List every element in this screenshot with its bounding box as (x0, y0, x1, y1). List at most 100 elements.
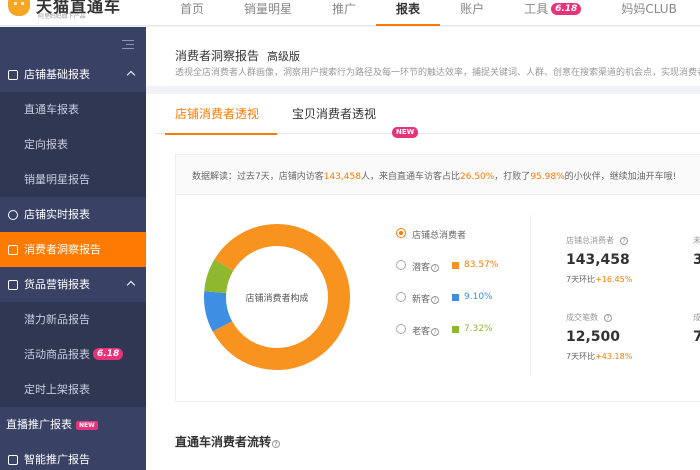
radio-icon (396, 260, 406, 270)
report-description: 透视全店消费者人群画像，洞察用户搜索行为路径及每一环节的触达效率，捕捉关键词、人… (175, 68, 700, 78)
sidebar-item-consumer-insight[interactable]: 消费者洞察报告 (0, 232, 146, 267)
metric-cut-2: 成 7 (693, 312, 700, 345)
sidebar-item-targeting-report[interactable]: 定向报表 (0, 127, 146, 162)
sidebar-item-sales-star-report[interactable]: 销量明星报告 (0, 162, 146, 197)
top-navbar: 天猫直通车 阿里妈妈旗下产品 首页 销量明星 推广 报表 账户 工具 6.18 妈… (0, 0, 700, 26)
metric-change: 7天环比+43.18% (566, 352, 633, 361)
legend-value: 83.57% (464, 260, 499, 270)
divider (146, 86, 700, 94)
sidebar-group-label: 货品营销报表 (24, 278, 90, 291)
metric-total-consumers: 店铺总消费者? 143,458 7天环比+16.45% (566, 235, 686, 285)
chevron-up-icon (126, 70, 136, 80)
nav-account[interactable]: 账户 (440, 0, 504, 26)
metric-label: 成交笔数? (566, 312, 686, 323)
metric-change: 7天环比+16.45% (566, 275, 633, 284)
help-icon: ? (431, 328, 440, 336)
help-icon: ? (431, 296, 440, 304)
legend-label: 老客? (412, 324, 440, 337)
help-icon: ? (272, 440, 281, 448)
sidebar-group-label: 直播推广报表 NEW (6, 407, 98, 442)
sidebar: 店铺基础报表 直通车报表 定向报表 销量明星报告 店铺实时报表 消费者洞察报告 … (0, 27, 146, 470)
sidebar-item-label: 活动商品报表 (24, 348, 90, 361)
sidebar-group-store-basic[interactable]: 店铺基础报表 (0, 57, 146, 92)
legend-value: 7.32% (464, 324, 493, 334)
metric-label: 未 (693, 236, 700, 245)
report-header: 消费者洞察报告 高级版 透视全店消费者人群画像，洞察用户搜索行为路径及每一环节的… (146, 27, 700, 86)
radio-icon (396, 292, 406, 302)
beat-value: 95.98% (530, 172, 565, 182)
legend-returning[interactable]: 老客? 7.32% (396, 323, 546, 337)
legend-label: 新客? (412, 292, 440, 305)
nav-618-badge: 6.18 (551, 3, 582, 15)
sidebar-618-badge: 6.18 (93, 348, 124, 360)
goods-icon (8, 280, 18, 290)
new-badge: NEW (76, 421, 98, 430)
nav-mama-club[interactable]: 妈妈CLUB (601, 0, 696, 26)
report-icon (8, 70, 18, 80)
sidebar-item-activity-goods[interactable]: 活动商品报表 6.18 (0, 337, 146, 372)
metric-orders: 成交笔数? 12,500 7天环比+43.18% (566, 312, 686, 362)
smart-icon (8, 455, 18, 465)
sidebar-group-smart-promo[interactable]: 智能推广报告 (0, 442, 146, 470)
page-title: 消费者洞察报告 (175, 49, 260, 63)
help-icon: ? (604, 314, 612, 322)
legend-label: 店铺总消费者 (412, 231, 467, 241)
help-icon: ? (620, 237, 628, 245)
metric-label: 店铺总消费者? (566, 235, 686, 246)
legend-value: 9.10% (464, 292, 493, 302)
nav-reports[interactable]: 报表 (376, 0, 441, 26)
metric-value: 3 (693, 252, 700, 268)
swatch (452, 294, 459, 301)
sidebar-item-ztc-report[interactable]: 直通车报表 (0, 92, 146, 127)
clock-icon (8, 210, 18, 220)
chevron-up-icon (126, 280, 136, 290)
brand-logo[interactable]: 天猫直通车 阿里妈妈旗下产品 (4, 0, 144, 24)
radio-checked-icon (396, 228, 406, 238)
swatch (452, 326, 459, 333)
nav-tools-label: 工具 (524, 2, 549, 16)
metric-value: 7 (693, 329, 700, 345)
sidebar-group-live-promo[interactable]: 直播推广报表 NEW (0, 407, 146, 442)
metric-cut-1: 未 3 (693, 235, 700, 268)
donut-slice-returning[interactable] (204, 259, 234, 294)
sidebar-group-label: 店铺实时报表 (24, 208, 90, 221)
brand-subtitle: 阿里妈妈旗下产品 (38, 12, 86, 20)
tab-item-consumers[interactable]: 宝贝消费者透视 (292, 94, 376, 134)
ztc-share-value: 26.50% (459, 172, 495, 182)
sidebar-collapse-icon[interactable] (122, 40, 134, 50)
swatch (452, 262, 459, 269)
sidebar-group-realtime[interactable]: 店铺实时报表 (0, 197, 146, 232)
report-level: 高级版 (267, 50, 300, 63)
nav-home[interactable]: 首页 (160, 0, 224, 26)
metric-value: 143,458 (566, 252, 630, 268)
metric-label: 成 (693, 313, 700, 322)
sidebar-group-label: 消费者洞察报告 (24, 243, 101, 256)
legend-potential[interactable]: 潜客? 83.57% (396, 259, 546, 273)
nav-sales-star[interactable]: 销量明星 (224, 0, 312, 26)
nav-promotion[interactable]: 推广 (312, 0, 376, 26)
insight-note: 数据解读：过去7天，店铺内访客143,458人，来自直通车访客占比26.50%，… (176, 155, 700, 195)
sidebar-group-label: 智能推广报告 (24, 453, 90, 466)
legend-label: 潜客? (412, 260, 440, 273)
sidebar-group-label: 店铺基础报表 (24, 68, 90, 81)
app-window: 天猫直通车 阿里妈妈旗下产品 首页 销量明星 推广 报表 账户 工具 6.18 妈… (0, 0, 700, 470)
sidebar-group-goods-marketing[interactable]: 货品营销报表 (0, 267, 146, 302)
insight-icon (8, 245, 18, 255)
sidebar-item-potential-new[interactable]: 潜力新品报告 (0, 302, 146, 337)
report-tabs: 店铺消费者透视 宝贝消费者透视 NEW (156, 94, 700, 138)
tab-store-consumers[interactable]: 店铺消费者透视 (164, 94, 278, 135)
legend-new[interactable]: 新客? 9.10% (396, 291, 546, 305)
insight-panel: 数据解读：过去7天，店铺内访客143,458人，来自直通车访客占比26.50%，… (175, 154, 700, 402)
tmall-cat-icon (8, 0, 30, 16)
section-title: 直通车消费者流转? (175, 433, 281, 450)
divider (530, 215, 531, 375)
new-badge: NEW (392, 127, 419, 138)
metric-value: 12,500 (566, 329, 621, 345)
nav-tools[interactable]: 工具 6.18 (504, 0, 601, 26)
sidebar-item-scheduled-listing[interactable]: 定时上架报表 (0, 372, 146, 407)
radio-icon (396, 324, 406, 334)
consumer-donut-chart: 店铺消费者构成 (202, 222, 352, 372)
help-icon: ? (431, 264, 440, 272)
legend-total[interactable]: 店铺总消费者 (396, 227, 546, 241)
visitors-value: 143,458 (323, 172, 361, 182)
